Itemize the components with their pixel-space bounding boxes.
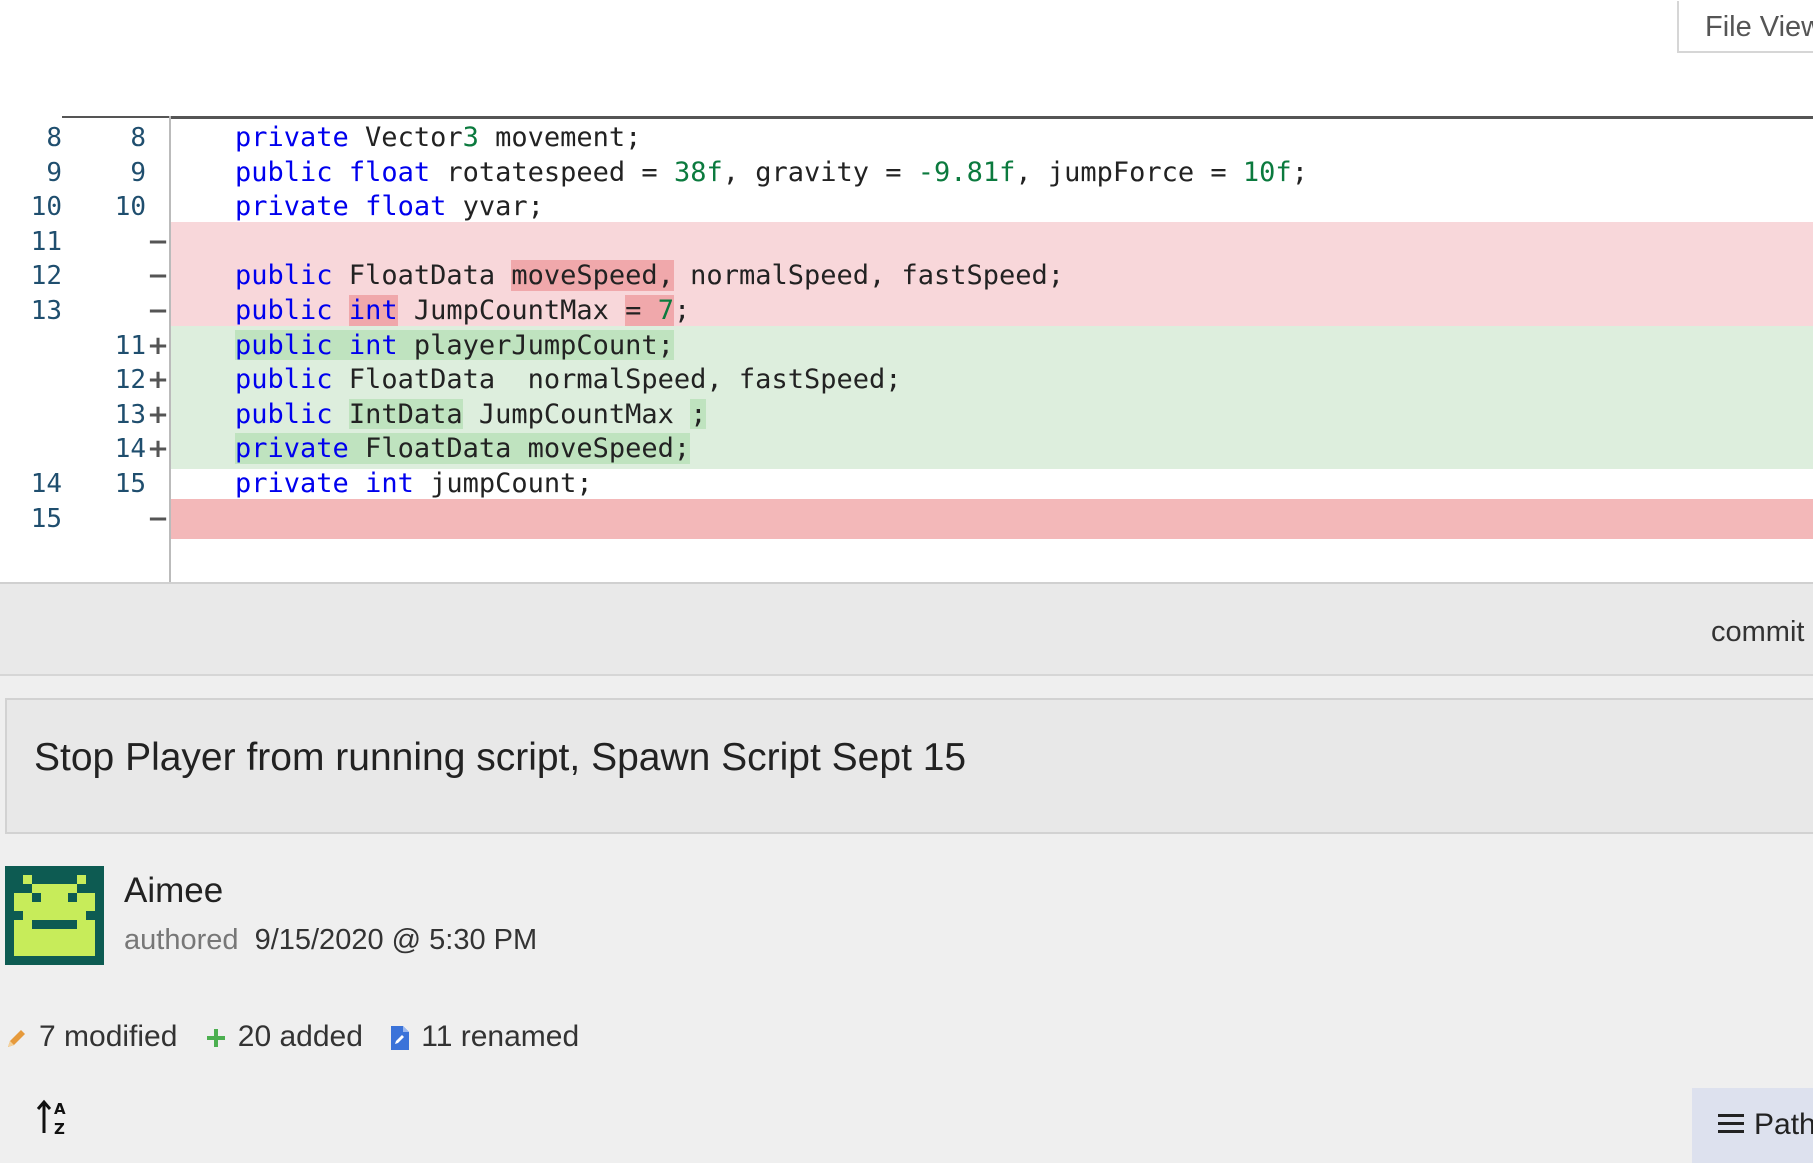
commit-bar-label[interactable]: commit — [1711, 616, 1804, 649]
svg-text:A: A — [54, 1100, 66, 1118]
removed-marker: − — [146, 498, 170, 539]
commit-bar: commit — [0, 582, 1813, 676]
author-name[interactable]: Aimee — [124, 871, 223, 911]
stat-modified-label: 7 modified — [39, 1020, 178, 1054]
path-view-label: Path — [1754, 1108, 1813, 1141]
authored-label: authored — [124, 924, 239, 956]
stat-modified[interactable]: 7 modified — [5, 1020, 177, 1054]
commit-date: 9/15/2020 @ 5:30 PM — [254, 924, 538, 956]
renamed-file-icon — [391, 1026, 410, 1051]
plus-icon — [206, 1029, 225, 1048]
commit-message: Stop Player from running script, Spawn S… — [34, 736, 967, 779]
new-line-number — [62, 498, 146, 539]
commit-message-box: Stop Player from running script, Spawn S… — [5, 698, 1813, 834]
stat-renamed-label: 11 renamed — [421, 1020, 580, 1054]
stat-renamed[interactable]: 11 renamed — [389, 1020, 579, 1054]
hamburger-icon — [1718, 1108, 1744, 1142]
change-stats: 7 modified 20 added 11 renamed — [5, 1019, 597, 1054]
top-toolbar: File View — [0, 0, 1813, 106]
avatar — [5, 866, 104, 965]
file-view-button[interactable]: File View — [1677, 1, 1813, 53]
stat-added[interactable]: 20 added — [204, 1020, 363, 1054]
path-view-button[interactable]: Path — [1692, 1088, 1813, 1163]
pencil-icon — [8, 1030, 25, 1048]
diff-view: 8 8 private Vector3 movement; 9 9 public floa… — [0, 106, 1813, 582]
old-line-number: 15 — [0, 498, 62, 539]
stat-added-label: 20 added — [237, 1020, 363, 1054]
authored-line: authored 9/15/2020 @ 5:30 PM — [124, 924, 537, 957]
sort-az-icon[interactable]: A Z — [36, 1097, 76, 1137]
svg-text:Z: Z — [54, 1120, 65, 1137]
diff-row-removed: 15 − — [0, 498, 1813, 539]
gutter-divider — [169, 116, 171, 582]
